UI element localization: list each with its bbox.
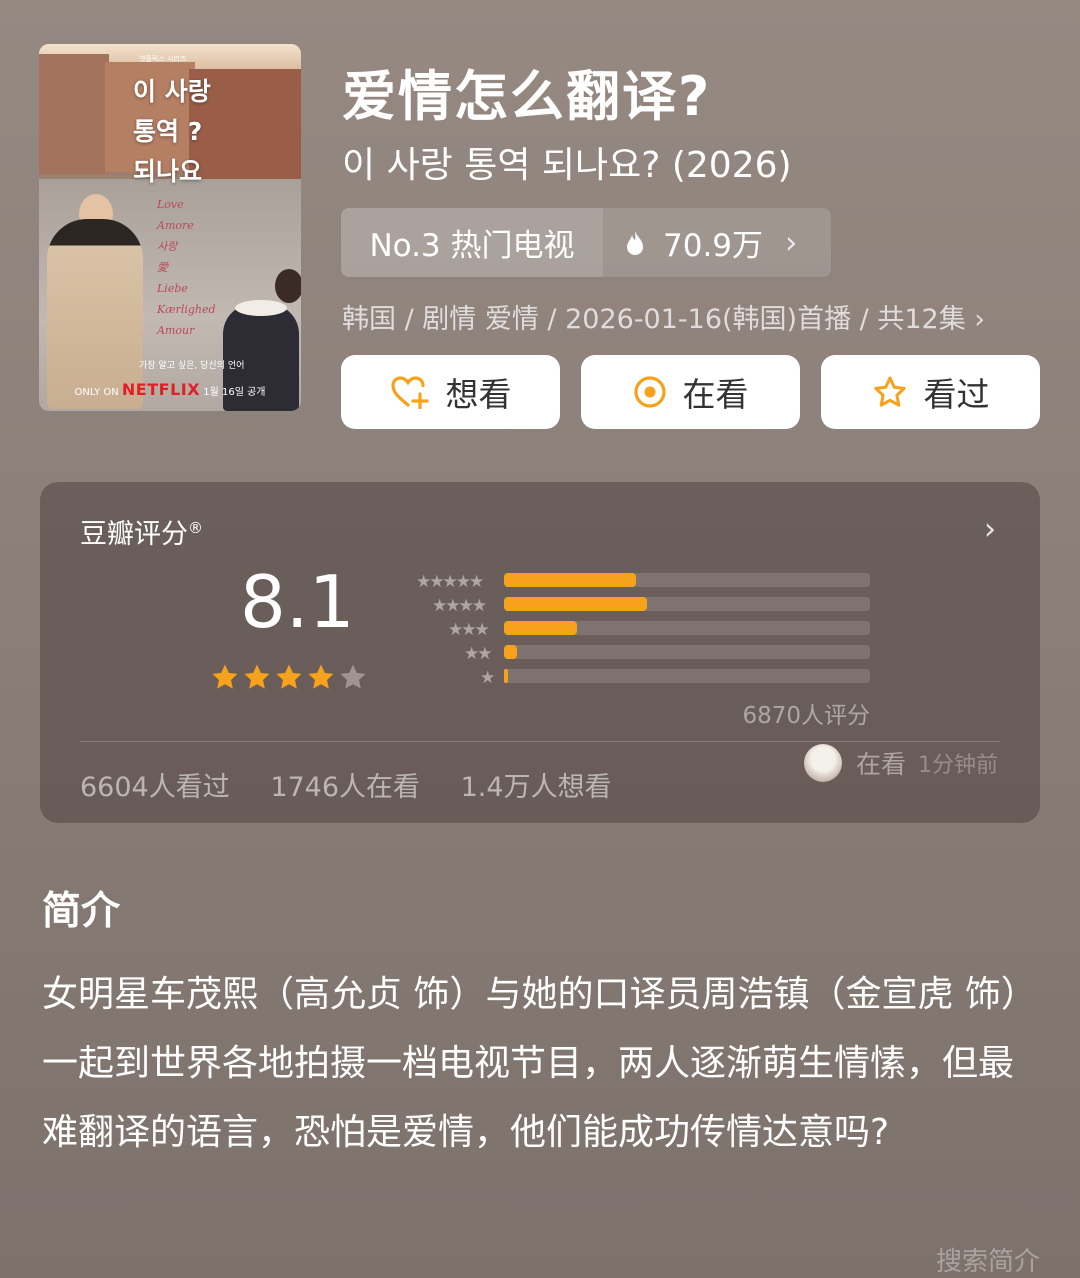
- rating-row: ★★★★: [396, 594, 876, 618]
- star-filled-icon: [276, 664, 302, 689]
- rating-bar: [504, 573, 636, 587]
- stat-want[interactable]: 1.4万人想看: [461, 772, 612, 803]
- meta-info[interactable]: 韩国 / 剧情 爱情 / 2026-01-16(韩国)首播 / 共12集 ›: [342, 297, 985, 336]
- stat-watching[interactable]: 1746人在看: [270, 772, 420, 803]
- rating-bar: [504, 597, 647, 611]
- poster-word: Amore: [157, 219, 194, 232]
- rank-label: No.3 热门电视: [341, 208, 603, 277]
- star-level-label: ★★★: [448, 620, 490, 640]
- activity-time: 1分钟前: [918, 753, 998, 778]
- rating-row: ★★★★★: [396, 570, 876, 594]
- star-level-label: ★★★★★: [416, 572, 484, 592]
- poster-title-line: 이 사랑: [133, 77, 211, 106]
- chevron-right-icon[interactable]: ›: [984, 512, 996, 547]
- rating-count: 6870人评分: [742, 703, 870, 729]
- poster-tagline: 가장 알고 싶은, 당신의 언어: [139, 361, 245, 371]
- rating-bar-track: [504, 669, 870, 683]
- netflix-logo: NETFLIX: [121, 380, 201, 399]
- stat-watched[interactable]: 6604人看过: [80, 772, 230, 803]
- poster-title-line: 되나요: [133, 157, 203, 186]
- star-level-label: ★★★★: [432, 596, 487, 616]
- chevron-right-icon: ›: [785, 224, 798, 261]
- star-level-label: ★: [480, 668, 495, 688]
- rating-bar: [504, 645, 517, 659]
- star-level-label: ★★: [464, 644, 493, 664]
- divider: [80, 741, 1000, 742]
- fire-icon: [627, 230, 643, 255]
- registered-mark: ®: [188, 519, 203, 537]
- poster-word: 사랑: [157, 240, 178, 253]
- rating-bar-track: [504, 597, 870, 611]
- want-label: 想看: [445, 375, 512, 414]
- star-icon: [872, 375, 908, 409]
- avatar: [803, 744, 842, 782]
- watching-button[interactable]: 在看: [581, 355, 800, 429]
- watching-icon: [633, 375, 667, 409]
- rating-distribution: ★★★★★ ★★★★ ★★★ ★★ ★: [396, 570, 876, 690]
- intro-text: 女明星车茂熙（高允贞 饰）与她的口译员周浩镇（金宣虎 饰）一起到世界各地拍摄一档…: [42, 974, 1037, 1153]
- rating-bar: [504, 669, 509, 683]
- rating-bar-track: [504, 645, 870, 659]
- rating-row: ★: [396, 666, 876, 690]
- poster-netflix-line: ONLY ON NETFLIX 1월 16일 공개: [39, 380, 301, 399]
- watched-label: 看过: [923, 375, 990, 414]
- poster-building: [39, 54, 109, 174]
- poster-title-line: 통역 ?: [133, 117, 203, 146]
- watched-button[interactable]: 看过: [821, 355, 1040, 429]
- rating-label-text: 豆瓣评分: [80, 519, 188, 550]
- watch-stats: 6604人看过 1746人在看 1.4万人想看: [80, 765, 644, 804]
- star-filled-icon: [244, 664, 270, 689]
- poster-date: 1월 16일 공개: [203, 387, 266, 398]
- rating-score: 8.1: [240, 560, 355, 644]
- want-button[interactable]: 想看: [341, 355, 560, 429]
- poster-word: Amour: [157, 324, 195, 337]
- poster-woman-head: [275, 269, 301, 303]
- rating-card[interactable]: 豆瓣评分® › 8.1 ★★★★★ ★★★★ ★★★ ★★ ★ 6870人评分 6604…: [40, 482, 1040, 823]
- poster-word: Liebe: [157, 282, 188, 295]
- rating-bar-track: [504, 621, 870, 635]
- recent-activity[interactable]: 在看 1分钟前: [803, 744, 998, 782]
- rating-bar: [504, 621, 578, 635]
- heart-plus-icon: [390, 375, 430, 409]
- star-filled-icon: [212, 664, 238, 689]
- poster-love-words: Love Amore 사랑 愛 Liebe Kærlighed Amour: [157, 194, 216, 341]
- rating-label: 豆瓣评分®: [80, 512, 203, 551]
- poster-image[interactable]: 넷플릭스 시리즈 이 사랑 통역 ? 되나요 Love Amore 사랑 愛 L…: [39, 44, 301, 411]
- star-empty-icon: [340, 664, 366, 689]
- rating-row: ★★: [396, 642, 876, 666]
- page-title: 爱情怎么翻译?: [342, 65, 712, 128]
- watermark: 搜索简介: [935, 1247, 1040, 1277]
- original-title: 이 사랑 통역 되나요? (2026): [342, 145, 792, 186]
- rating-row: ★★★: [396, 618, 876, 642]
- poster-only-on: ONLY ON: [74, 387, 119, 398]
- intro-title: 简介: [42, 889, 121, 934]
- heat-value: 70.9万: [663, 228, 764, 264]
- activity-status: 在看: [855, 750, 906, 779]
- poster-word: Kærlighed: [157, 303, 216, 316]
- heat-section: 70.9万 ›: [603, 208, 831, 277]
- rating-bar-track: [504, 573, 870, 587]
- watching-label: 在看: [682, 375, 749, 414]
- rating-stars: [210, 662, 368, 692]
- star-filled-icon: [308, 664, 334, 689]
- poster-top-text: 넷플릭스 시리즈: [139, 55, 187, 63]
- rank-banner[interactable]: No.3 热门电视 70.9万 ›: [341, 208, 831, 277]
- poster-word: 愛: [157, 261, 168, 274]
- poster-woman-collar: [235, 300, 287, 316]
- poster-word: Love: [157, 198, 184, 211]
